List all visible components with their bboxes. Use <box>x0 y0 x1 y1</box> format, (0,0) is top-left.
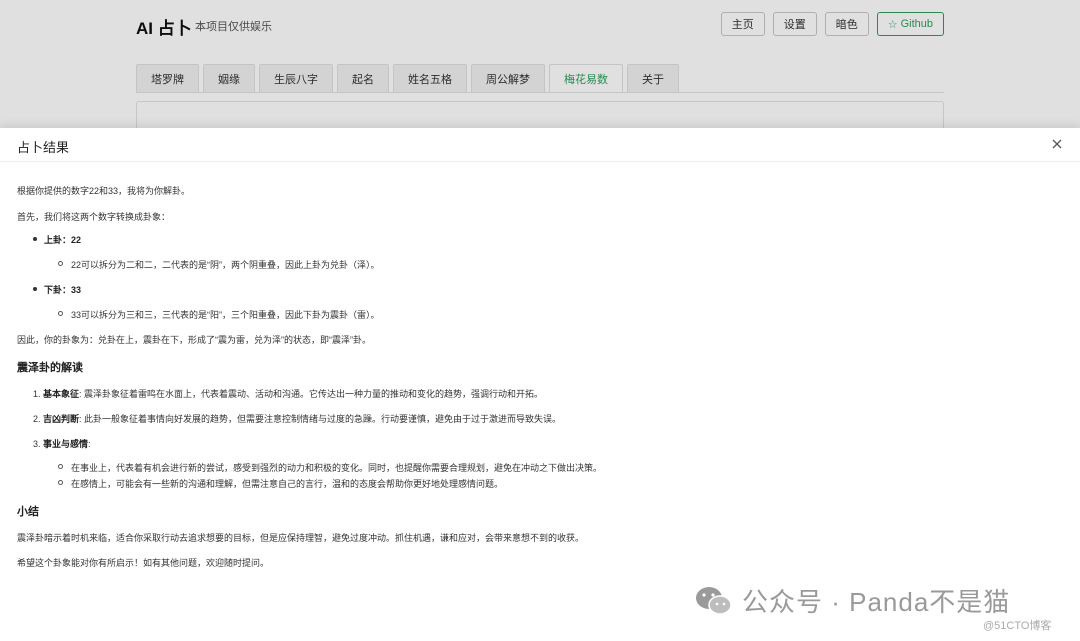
bullet-dot <box>33 287 37 291</box>
result-modal: 占卜结果 根据你提供的数字22和33，我将为你解卦。 首先，我们将这两个数字转换… <box>0 128 1080 641</box>
modal-header: 占卜结果 <box>0 128 1080 162</box>
therefore-text: 因此，你的卦象为：兑卦在上，震卦在下，形成了“震为雷，兑为泽”的状态，即“震泽”… <box>17 335 371 345</box>
first-text: 首先，我们将这两个数字转换成卦象： <box>17 212 171 222</box>
bullet-circle <box>58 464 63 469</box>
bullet-circle <box>58 311 63 316</box>
watermark-text: 公众号 · Panda不是猫 <box>742 587 1011 617</box>
bullet-dot <box>33 237 37 241</box>
bullet-circle <box>58 480 63 485</box>
upper-label: 上卦：22 <box>44 235 82 245</box>
love-text: 在感情上，可能会有一些新的沟通和理解，但需注意自己的言行，温和的态度会帮助你更好… <box>71 479 504 489</box>
summary-text: 震泽卦暗示着时机来临，适合你采取行动去追求想要的目标，但是应保持理智，避免过度冲… <box>17 533 585 543</box>
upper-detail: 22可以拆分为二和二，二代表的是“阴”，两个阴重叠，因此上卦为兑卦（泽）。 <box>71 260 380 270</box>
watermark-site: @51CTO博客 <box>983 620 1052 632</box>
list-item-1: 1. 基本象征: 震泽卦象征着雷鸣在水面上，代表着震动、活动和沟通。它传达出一种… <box>33 389 544 399</box>
section-title-interpretation: 震泽卦的解读 <box>17 362 83 374</box>
lower-label: 下卦：33 <box>44 285 82 295</box>
career-text: 在事业上，代表着有机会进行新的尝试，感受到强烈的动力和积极的变化。同时，也提醒你… <box>71 463 603 473</box>
list-item-3: 3. 事业与感情: <box>33 439 91 449</box>
intro-text: 根据你提供的数字22和33，我将为你解卦。 <box>17 186 191 196</box>
lower-detail: 33可以拆分为三和三，三代表的是“阳”，三个阳重叠，因此下卦为震卦（雷）。 <box>71 310 380 320</box>
close-icon[interactable] <box>1050 137 1064 151</box>
modal-title: 占卜结果 <box>17 140 70 155</box>
list-item-2: 2. 吉凶判断: 此卦一般象征着事情向好发展的趋势，但需要注意控制情绪与过度的急… <box>33 414 562 424</box>
watermark: 公众号 · Panda不是猫 <box>694 582 1010 619</box>
closing-text: 希望这个卦象能对你有所启示！如有其他问题，欢迎随时提问。 <box>17 558 270 568</box>
bullet-circle <box>58 261 63 266</box>
section-title-summary: 小结 <box>17 506 39 518</box>
wechat-icon <box>696 586 732 615</box>
